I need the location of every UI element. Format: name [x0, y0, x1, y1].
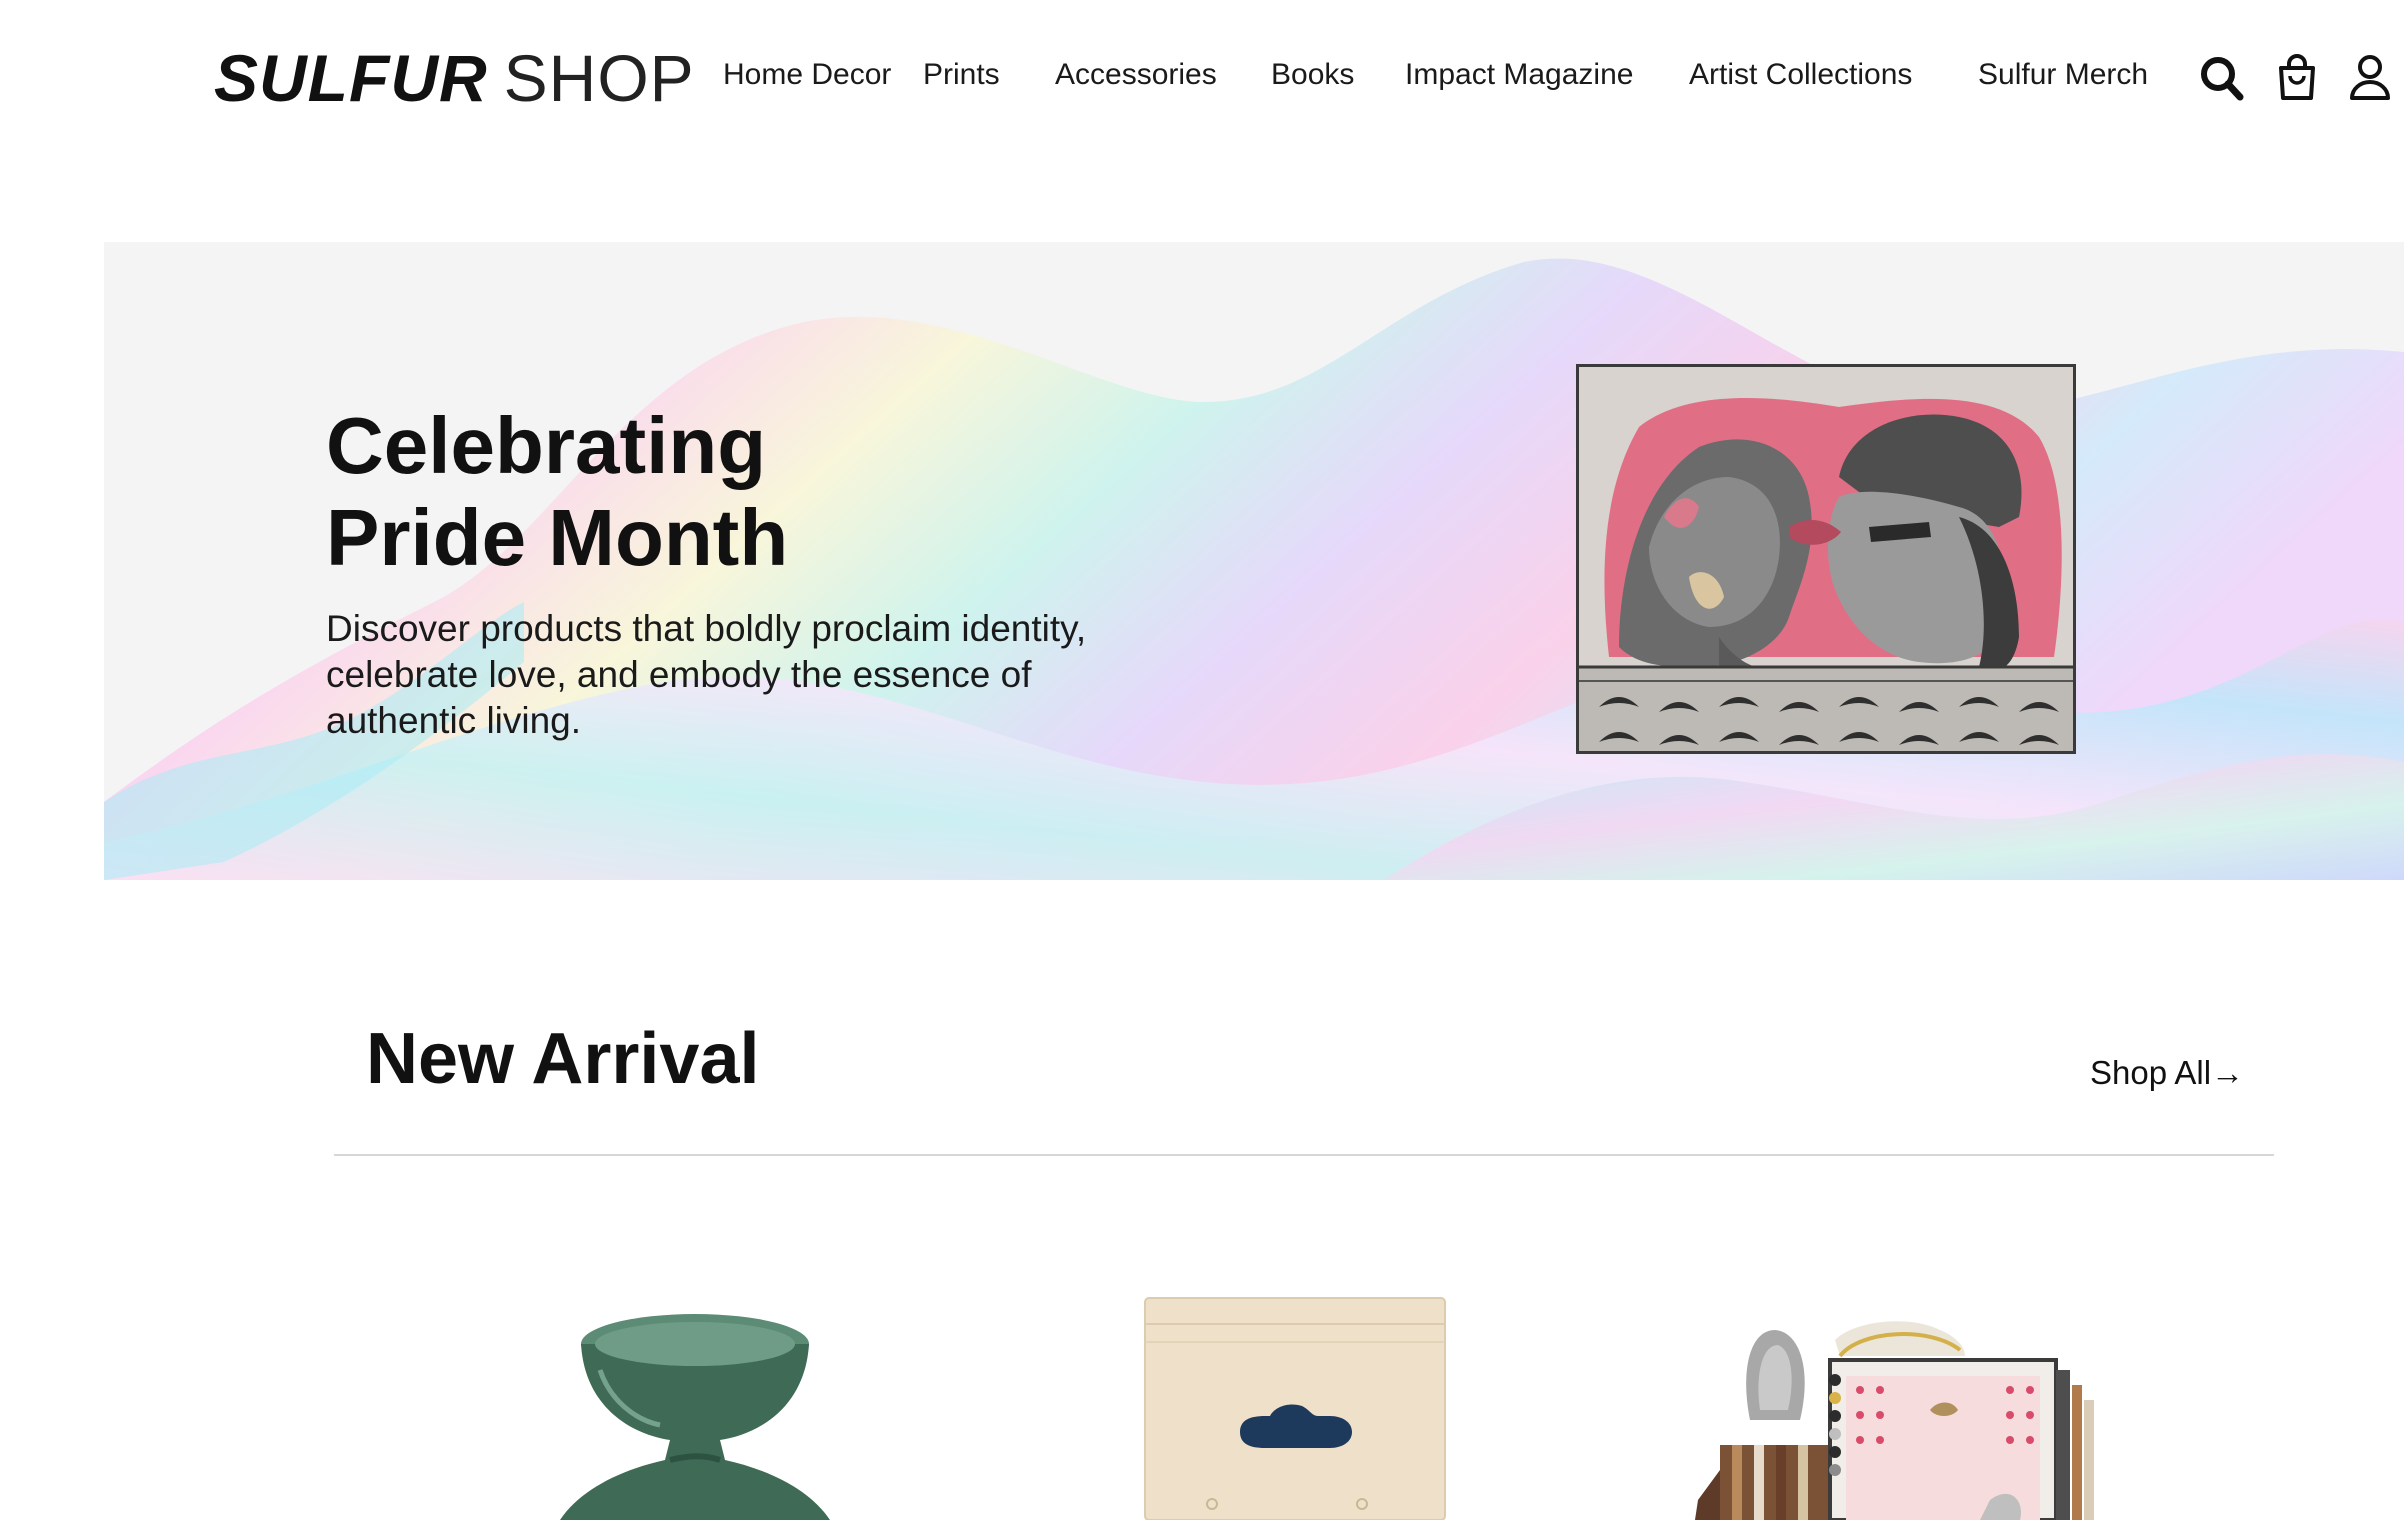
shop-all-link[interactable]: Shop All→	[2090, 1054, 2244, 1092]
hero-title-line-2: Pride Month	[326, 493, 789, 582]
hero-description-line-2: celebrate love, and embody the essence o…	[326, 654, 1032, 695]
product-image-beige-box	[1144, 1297, 1446, 1520]
nav-accessories[interactable]: Accessories	[1055, 58, 1217, 92]
section-divider	[334, 1154, 2274, 1156]
logo-shop: SHOP	[503, 41, 695, 115]
hero-title-line-1: Celebrating	[326, 401, 767, 490]
nav-prints[interactable]: Prints	[923, 58, 1000, 92]
hero-artwork-image	[1576, 364, 2076, 754]
logo-sulfur: SULFUR	[214, 41, 488, 115]
nav-home-decor[interactable]: Home Decor	[723, 58, 891, 92]
nav-books[interactable]: Books	[1271, 58, 1354, 92]
product-card-beige-box[interactable]	[1130, 1260, 1460, 1520]
new-arrival-heading: New Arrival	[366, 1019, 760, 1099]
hero-title: Celebrating Pride Month	[326, 400, 1226, 584]
site-logo[interactable]: SULFUR SHOP	[214, 40, 695, 120]
hero-description-line-1: Discover products that boldly proclaim i…	[326, 608, 1087, 649]
nav-artist-collections[interactable]: Artist Collections	[1689, 58, 1912, 92]
nav-sulfur-merch[interactable]: Sulfur Merch	[1978, 58, 2148, 92]
product-image-collage-mirror	[1695, 1321, 2094, 1520]
product-card-collage-mirror[interactable]	[1680, 1260, 2120, 1520]
user-account-icon[interactable]	[2346, 52, 2394, 104]
product-card-green-vase[interactable]	[540, 1260, 860, 1520]
hero-description: Discover products that boldly proclaim i…	[326, 606, 1326, 744]
shopping-bag-icon[interactable]	[2273, 52, 2321, 104]
product-image-green-vase	[560, 1314, 830, 1520]
nav-impact-magazine[interactable]: Impact Magazine	[1405, 58, 1633, 92]
site-header: SULFUR SHOP Home Decor Prints Accessorie…	[0, 0, 2404, 160]
search-icon[interactable]	[2198, 52, 2246, 104]
hero-banner[interactable]: Celebrating Pride Month Discover product…	[104, 242, 2404, 880]
hero-description-line-3: authentic living.	[326, 700, 582, 741]
